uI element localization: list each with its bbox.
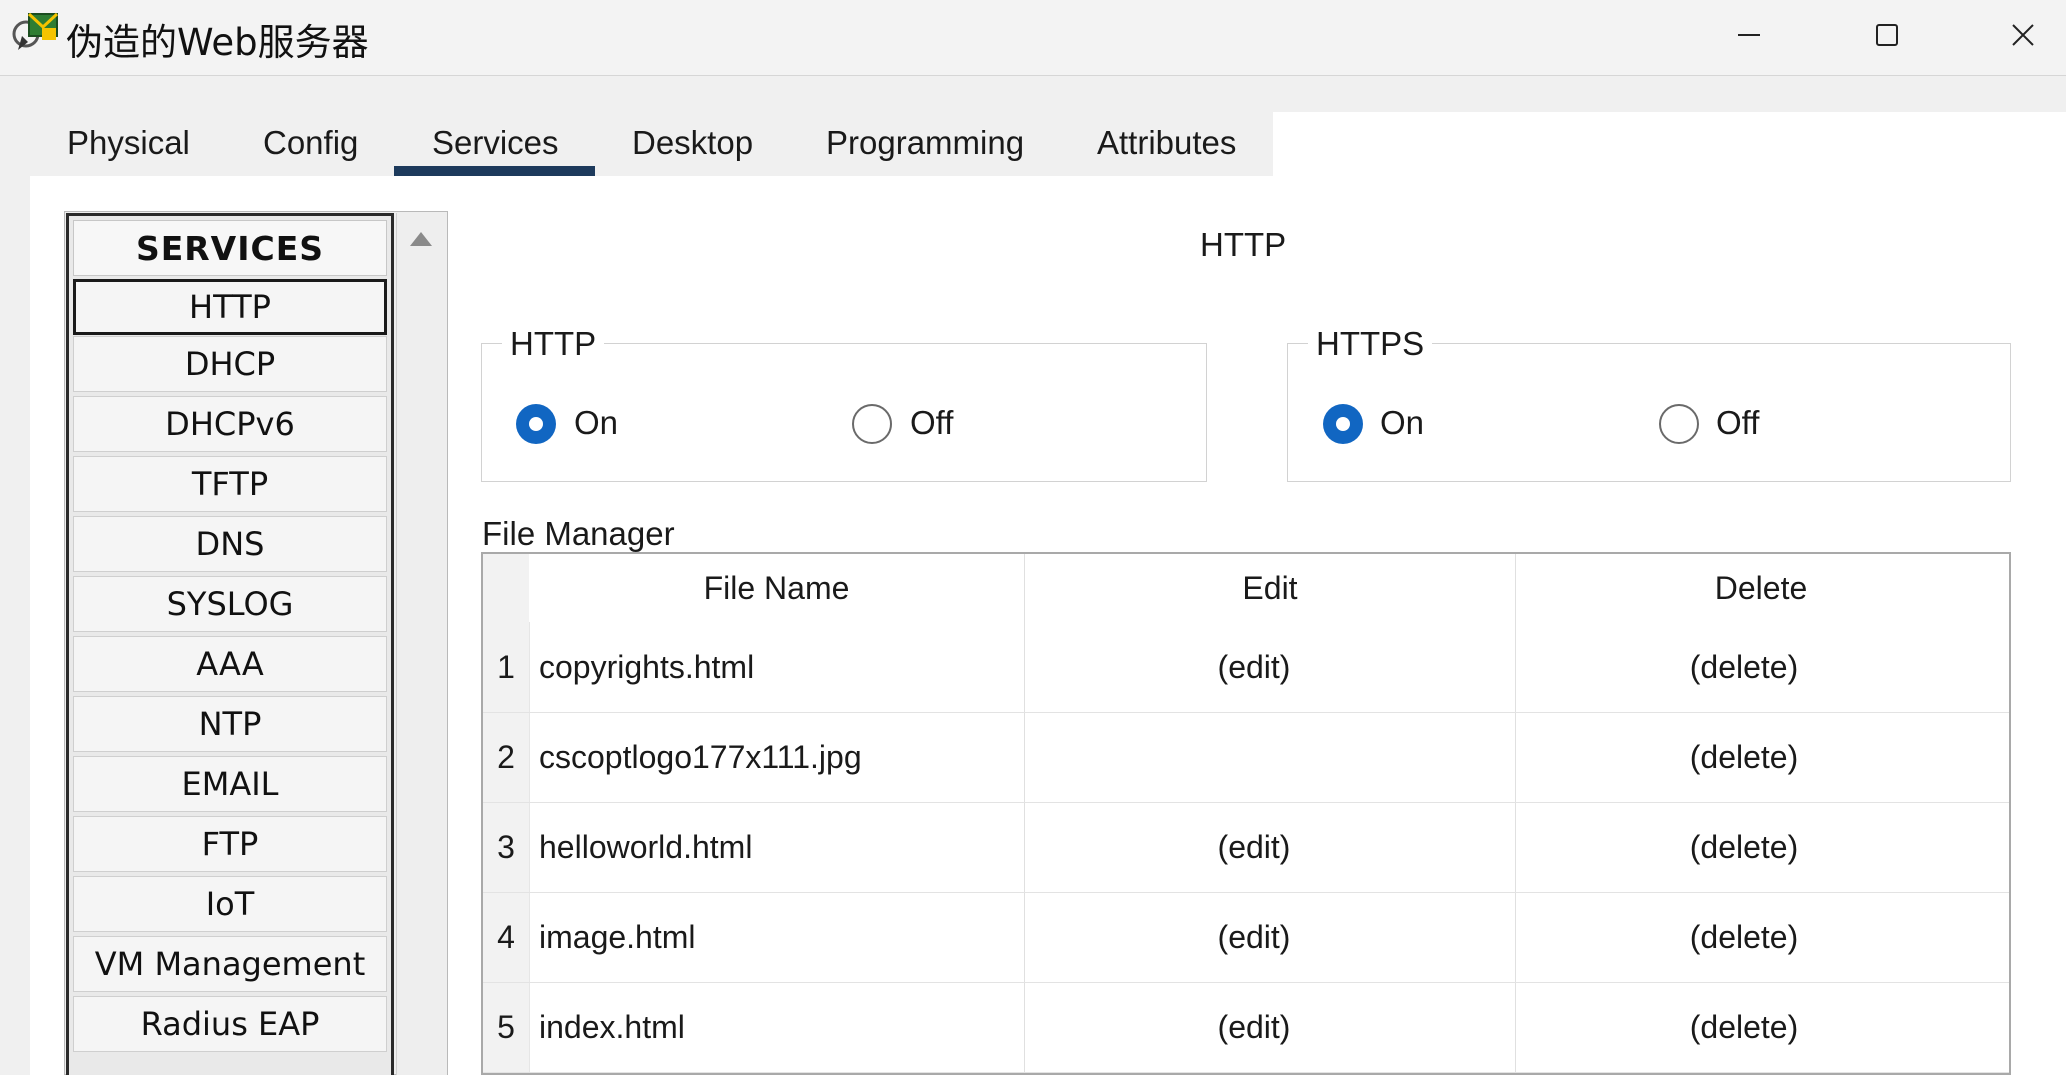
- tab-desktop[interactable]: Desktop: [632, 112, 762, 176]
- table-row[interactable]: 3 helloworld.html (edit) (delete): [483, 802, 2009, 893]
- delete-link[interactable]: (delete): [1499, 982, 1989, 1072]
- https-on-label[interactable]: On: [1380, 404, 1424, 442]
- service-item-ftp[interactable]: FTP: [73, 816, 387, 872]
- tab-label: Physical: [67, 124, 190, 161]
- service-item-radius-eap[interactable]: Radius EAP: [73, 996, 387, 1052]
- row-number: 1: [497, 649, 515, 685]
- file-name[interactable]: copyrights.html: [539, 622, 754, 712]
- services-list: SERVICES HTTP DHCP DHCPv6 TFTP DNS SYSLO…: [66, 213, 394, 1075]
- service-item-http[interactable]: HTTP: [73, 279, 387, 335]
- column-header-edit[interactable]: Edit: [1025, 554, 1515, 622]
- edit-link[interactable]: (edit): [1009, 802, 1499, 892]
- delete-link[interactable]: (delete): [1499, 892, 1989, 982]
- file-manager-table: File Name Edit Delete 1 copyrights.html …: [481, 552, 2011, 1075]
- https-off-label[interactable]: Off: [1716, 404, 1759, 442]
- table-row[interactable]: 4 image.html (edit) (delete): [483, 892, 2009, 983]
- file-name[interactable]: helloworld.html: [539, 802, 752, 892]
- tab-physical[interactable]: Physical: [67, 112, 197, 176]
- delete-link[interactable]: (delete): [1499, 622, 1989, 712]
- column-header-delete[interactable]: Delete: [1516, 554, 2006, 622]
- file-name[interactable]: index.html: [539, 982, 685, 1072]
- service-item-email[interactable]: EMAIL: [73, 756, 387, 812]
- https-on-radio[interactable]: [1323, 404, 1363, 444]
- tab-label: Programming: [826, 124, 1025, 161]
- tab-label: Attributes: [1097, 124, 1237, 161]
- http-on-radio[interactable]: [516, 404, 556, 444]
- tab-label: Services: [432, 124, 559, 161]
- tab-label: Config: [263, 124, 359, 161]
- close-button[interactable]: [1958, 0, 2066, 70]
- maximize-button[interactable]: [1822, 0, 1952, 70]
- services-header: SERVICES: [73, 220, 387, 276]
- service-item-syslog[interactable]: SYSLOG: [73, 576, 387, 632]
- edit-link[interactable]: [1009, 712, 1499, 802]
- row-number: 3: [497, 829, 515, 865]
- tab-label: Desktop: [632, 124, 754, 161]
- service-item-tftp[interactable]: TFTP: [73, 456, 387, 512]
- service-item-dns[interactable]: DNS: [73, 516, 387, 572]
- service-item-ntp[interactable]: NTP: [73, 696, 387, 752]
- column-header-file-name[interactable]: File Name: [529, 554, 1024, 622]
- http-on-label[interactable]: On: [574, 404, 618, 442]
- tab-attributes[interactable]: Attributes: [1097, 112, 1247, 176]
- minimize-icon: [1738, 34, 1760, 36]
- delete-link[interactable]: (delete): [1499, 712, 1989, 802]
- file-name[interactable]: image.html: [539, 892, 696, 982]
- edit-link[interactable]: (edit): [1009, 982, 1499, 1072]
- tab-config[interactable]: Config: [263, 112, 373, 176]
- row-number: 2: [497, 739, 515, 775]
- service-item-dhcp[interactable]: DHCP: [73, 336, 387, 392]
- table-row[interactable]: 1 copyrights.html (edit) (delete): [483, 622, 2009, 713]
- page-title: HTTP: [1200, 226, 1287, 263]
- edit-link[interactable]: (edit): [1009, 892, 1499, 982]
- table-row[interactable]: 2 cscoptlogo177x111.jpg (delete): [483, 712, 2009, 803]
- edit-link[interactable]: (edit): [1009, 622, 1499, 712]
- services-scrollbar[interactable]: [396, 213, 447, 1075]
- http-off-label[interactable]: Off: [910, 404, 953, 442]
- app-envelope-icon: [12, 12, 59, 50]
- https-off-radio[interactable]: [1659, 404, 1699, 444]
- maximize-icon: [1876, 24, 1898, 46]
- row-number: 5: [497, 1009, 515, 1045]
- http-off-radio[interactable]: [852, 404, 892, 444]
- https-group-legend: HTTPS: [1308, 325, 1433, 363]
- scroll-up-arrow-icon[interactable]: [410, 232, 432, 246]
- service-item-aaa[interactable]: AAA: [73, 636, 387, 692]
- service-item-iot[interactable]: IoT: [73, 876, 387, 932]
- http-group-legend: HTTP: [502, 325, 605, 363]
- service-item-dhcpv6[interactable]: DHCPv6: [73, 396, 387, 452]
- delete-link[interactable]: (delete): [1499, 802, 1989, 892]
- file-manager-label: File Manager: [482, 515, 675, 552]
- table-row[interactable]: 5 index.html (edit) (delete): [483, 982, 2009, 1073]
- row-number: 4: [497, 919, 515, 955]
- tab-services[interactable]: Services: [394, 112, 595, 176]
- title-bar: 伪造的Web服务器: [0, 0, 2066, 76]
- close-icon: [2012, 24, 2034, 46]
- file-name[interactable]: cscoptlogo177x111.jpg: [539, 712, 862, 802]
- tab-programming[interactable]: Programming: [826, 112, 1026, 176]
- window-title: 伪造的Web服务器: [66, 21, 369, 64]
- minimize-button[interactable]: [1684, 0, 1814, 70]
- service-item-vm-management[interactable]: VM Management: [73, 936, 387, 992]
